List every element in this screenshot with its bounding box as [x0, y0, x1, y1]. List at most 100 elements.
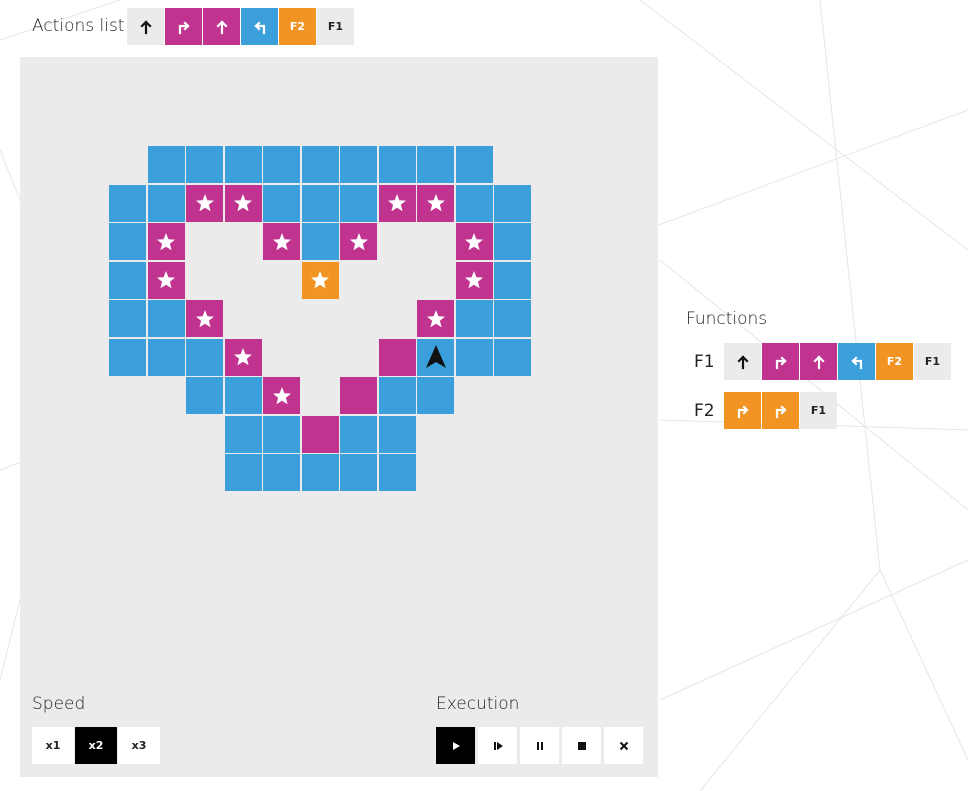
board-cell [378, 338, 416, 376]
star-icon [465, 232, 483, 250]
board-cell [494, 261, 531, 299]
board-cell [301, 146, 339, 183]
board-cell [417, 184, 454, 222]
board-cell [147, 300, 185, 337]
play-button[interactable] [436, 727, 475, 764]
board-cell [378, 184, 416, 222]
board-cell [109, 300, 146, 337]
right-command[interactable] [762, 392, 799, 429]
command-label: F1 [810, 404, 827, 417]
board-cell [224, 415, 262, 453]
execution-label: Execution [436, 694, 520, 714]
call-f1-command[interactable]: F1 [317, 8, 354, 45]
forward-command[interactable] [800, 343, 837, 380]
board-cell [224, 184, 262, 222]
board-cell [263, 415, 300, 453]
board-cell [494, 184, 531, 222]
board-cell [494, 338, 531, 376]
board-cell [340, 184, 377, 222]
board-cell [417, 300, 454, 337]
play-icon [452, 741, 460, 750]
speed-x3-button[interactable]: x3 [118, 727, 160, 764]
board-cell [340, 377, 377, 414]
board-cell [147, 338, 185, 376]
board-cell [378, 454, 416, 491]
board-cell [301, 261, 339, 299]
function-f1-slots: F2 F1 [724, 343, 952, 380]
left-command[interactable] [838, 343, 875, 380]
speed-label: Speed [32, 694, 86, 714]
arrow-up-icon [215, 19, 228, 34]
board-cell [224, 338, 262, 376]
forward-command[interactable] [203, 8, 240, 45]
call-f2-command[interactable]: F2 [876, 343, 913, 380]
board-cell [224, 377, 262, 414]
board-cell [186, 338, 223, 376]
board-cell [186, 377, 223, 414]
speed-x1-button[interactable]: x1 [32, 727, 74, 764]
board-cell [301, 184, 339, 222]
board-cell [263, 223, 300, 260]
board-cell [494, 300, 531, 337]
board-cell [263, 184, 300, 222]
function-f2-name: F2 [694, 400, 715, 421]
left-command[interactable] [241, 8, 278, 45]
star-icon [426, 309, 445, 327]
right-command[interactable] [165, 8, 202, 45]
functions-label: Functions [686, 309, 768, 329]
board-cell [340, 454, 377, 491]
board-cell [455, 300, 493, 337]
pause-icon [536, 741, 543, 750]
step-button[interactable] [478, 727, 517, 764]
actions-list-label: Actions list [32, 16, 125, 36]
function-f1-row: F1 F2 F1 [686, 343, 952, 380]
call-f1-command[interactable]: F1 [800, 392, 837, 429]
board-cell [147, 223, 185, 260]
right-command[interactable] [724, 392, 761, 429]
star-icon [195, 194, 214, 212]
turn-right-icon [178, 20, 190, 34]
command-label: F2 [289, 20, 306, 33]
turn-left-icon [253, 20, 265, 34]
board-cell [340, 223, 377, 260]
board-cell [109, 261, 146, 299]
star-icon [349, 232, 368, 250]
turn-left-icon [850, 355, 862, 369]
speed-x2-button[interactable]: x2 [75, 727, 117, 764]
right-command[interactable] [762, 343, 799, 380]
board-cell [263, 377, 300, 414]
forward-command[interactable] [127, 8, 164, 45]
board-cell [455, 146, 493, 183]
board-cell [494, 223, 531, 260]
robot-arrow-icon [425, 345, 446, 368]
star-icon [234, 194, 252, 212]
star-icon [157, 271, 175, 289]
board-cell [417, 338, 454, 376]
turn-right-icon [775, 404, 787, 418]
board-cell [455, 338, 493, 376]
command-label: F1 [924, 355, 941, 368]
call-f2-command[interactable]: F2 [279, 8, 316, 45]
board-cell [417, 146, 454, 183]
board-cell [378, 146, 416, 183]
board-cell [186, 300, 223, 337]
clear-button[interactable] [604, 727, 643, 764]
board-cell [109, 184, 146, 222]
board-cell [186, 184, 223, 222]
speed-selector: x1 x2 x3 [32, 727, 161, 764]
star-icon [234, 348, 252, 366]
clear-icon [619, 741, 628, 750]
command-label: F2 [886, 355, 903, 368]
stop-button[interactable] [562, 727, 601, 764]
pause-button[interactable] [520, 727, 559, 764]
stop-icon [577, 741, 586, 750]
board-cell [417, 377, 454, 414]
board-cell [301, 415, 339, 453]
board-cell [109, 223, 146, 260]
star-icon [311, 271, 329, 289]
actions-list[interactable]: F2 F1 [127, 8, 355, 45]
function-f1-name: F1 [694, 351, 715, 372]
forward-command[interactable] [724, 343, 761, 380]
board-cell [378, 415, 416, 453]
call-f1-command[interactable]: F1 [914, 343, 951, 380]
